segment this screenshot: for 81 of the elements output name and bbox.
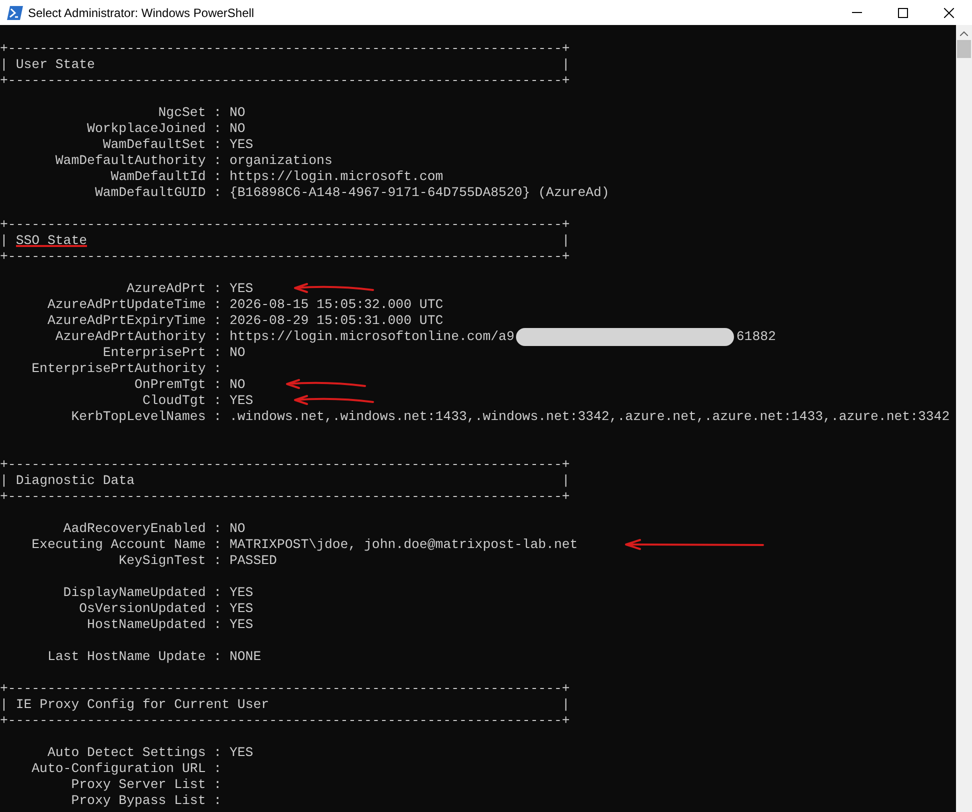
annotation-arrow-icon <box>293 283 376 295</box>
property-name: Proxy Bypass List : <box>70 793 222 809</box>
property-name: OsVersionUpdated : <box>78 601 222 617</box>
property-name: AadRecoveryEnabled : <box>62 521 222 537</box>
property-value: NO <box>229 377 246 393</box>
scrollbar-thumb[interactable] <box>957 40 971 58</box>
property-value: 2026-08-15 15:05:32.000 UTC <box>229 297 444 313</box>
property-name: Last HostName Update : <box>46 649 222 665</box>
property-name: Auto Detect Settings : <box>46 745 222 761</box>
property-value: NO <box>229 105 246 121</box>
property-value: YES <box>229 601 254 617</box>
property-value: YES <box>229 617 254 633</box>
property-value: MATRIXPOST\jdoe, john.doe@matrixpost-lab.net <box>229 537 578 553</box>
powershell-icon <box>7 6 23 20</box>
minimize-icon <box>852 12 862 13</box>
property-name: OnPremTgt : <box>134 377 222 393</box>
property-name: Proxy Server List : <box>70 777 222 793</box>
property-value: YES <box>229 137 254 153</box>
annotation-arrow-icon <box>293 395 376 407</box>
scroll-up-icon <box>960 31 968 36</box>
property-name: Auto-Configuration URL : <box>30 761 222 777</box>
property-name: WorkplaceJoined : <box>86 121 222 137</box>
property-name: KerbTopLevelNames : <box>70 409 222 425</box>
property-name: CloudTgt : <box>141 393 222 409</box>
property-value: organizations <box>229 153 332 169</box>
property-name: DisplayNameUpdated : <box>62 585 222 601</box>
property-value: {B16898C6-A148-4967-9171-64D755DA8520} (AzureAd) <box>229 185 610 201</box>
property-value: .windows.net,.windows.net:1433,.windows.net:3342,.azure.net,.azure.net:1433,.azure.net:3342 <box>229 409 950 425</box>
property-name: AzureAdPrt : <box>126 281 222 297</box>
property-name: Executing Account Name : <box>30 537 222 553</box>
property-value: https://login.microsoft.com <box>229 169 444 185</box>
property-value: YES <box>229 393 254 409</box>
box-border: +----------------------------------------------------------------------+ <box>0 489 570 505</box>
property-value: PASSED <box>229 553 277 569</box>
property-value: YES <box>229 585 254 601</box>
property-value: 61882 <box>736 329 776 345</box>
property-value: YES <box>229 745 254 761</box>
scrollbar[interactable] <box>956 25 972 812</box>
box-border: +----------------------------------------------------------------------+ <box>0 41 570 57</box>
property-name: HostNameUpdated : <box>86 617 222 633</box>
box-border: +----------------------------------------------------------------------+ <box>0 457 570 473</box>
property-name: WamDefaultId : <box>110 169 222 185</box>
box-edge: | <box>0 57 8 73</box>
box-border: +----------------------------------------------------------------------+ <box>0 217 570 233</box>
annotation-arrow-icon <box>624 539 764 551</box>
section-title: SSO State <box>16 233 88 247</box>
box-edge: | <box>562 473 570 489</box>
box-edge: | <box>0 473 8 489</box>
maximize-icon <box>898 8 908 18</box>
box-border: +----------------------------------------------------------------------+ <box>0 73 570 89</box>
property-name: EnterprisePrt : <box>102 345 222 361</box>
property-name: KeySignTest : <box>118 553 222 569</box>
property-name: WamDefaultGUID : <box>94 185 222 201</box>
property-name: AzureAdPrtUpdateTime : <box>46 297 222 313</box>
property-value: YES <box>229 281 254 297</box>
section-title: IE Proxy Config for Current User <box>16 697 270 713</box>
section-title: User State <box>16 57 95 73</box>
property-name: WamDefaultAuthority : <box>54 153 222 169</box>
property-value: NO <box>229 521 246 537</box>
property-value: https://login.microsoftonline.com/a9 <box>229 329 514 345</box>
property-name: WamDefaultSet : <box>102 137 222 153</box>
property-value: 2026-08-29 15:05:31.000 UTC <box>229 313 444 329</box>
property-value: NO <box>229 345 246 361</box>
property-value: NONE <box>229 649 262 665</box>
annotation-arrow-icon <box>285 379 368 391</box>
window-title: Select Administrator: Windows PowerShell <box>28 4 254 22</box>
box-edge: | <box>562 233 570 249</box>
box-edge: | <box>562 697 570 713</box>
box-edge: | <box>562 57 570 73</box>
box-border: +----------------------------------------------------------------------+ <box>0 249 570 265</box>
section-title: Diagnostic Data <box>16 473 135 489</box>
property-value: NO <box>229 121 246 137</box>
box-edge: | <box>0 233 8 249</box>
box-border: +----------------------------------------------------------------------+ <box>0 681 570 697</box>
property-name: AzureAdPrtAuthority : <box>54 329 222 345</box>
property-name: NgcSet : <box>157 105 222 121</box>
close-icon <box>944 8 954 18</box>
property-name: EnterprisePrtAuthority : <box>30 361 222 377</box>
property-name: AzureAdPrtExpiryTime : <box>46 313 222 329</box>
box-border: +----------------------------------------------------------------------+ <box>0 713 570 729</box>
box-edge: | <box>0 697 8 713</box>
